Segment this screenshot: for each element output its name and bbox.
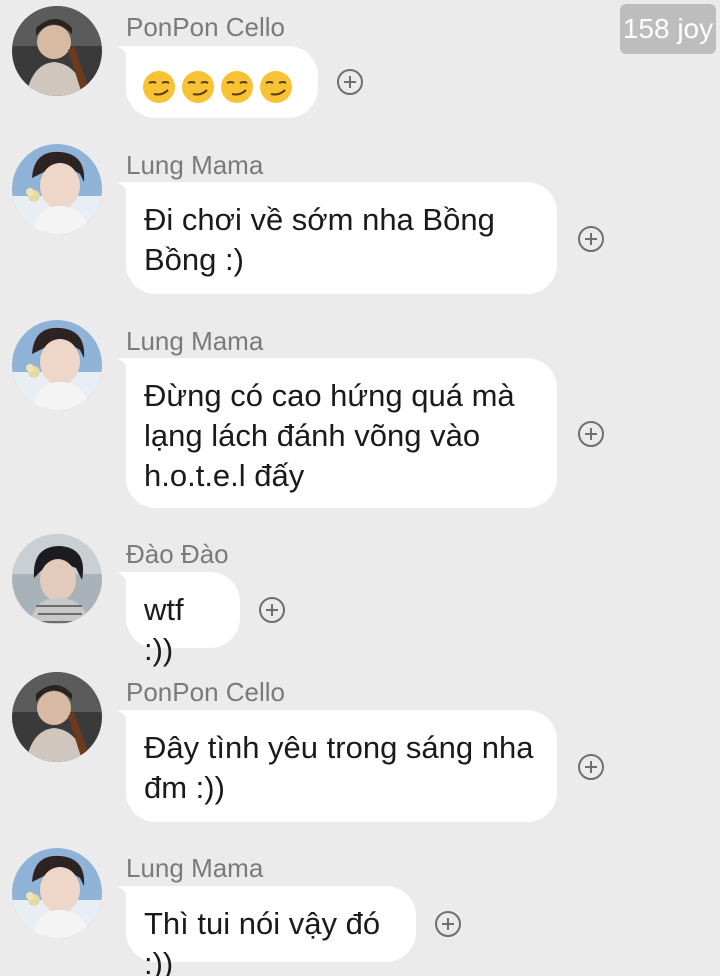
avatar-lung-image bbox=[12, 144, 102, 234]
bubble-tail bbox=[118, 46, 134, 60]
avatar-dao-image bbox=[12, 534, 102, 624]
avatar[interactable] bbox=[12, 320, 102, 410]
smirking-face-emoji bbox=[259, 70, 293, 104]
add-reaction-icon[interactable] bbox=[259, 597, 285, 623]
sender-name: PonPon Cello bbox=[126, 677, 285, 707]
avatar-ponpon-image bbox=[12, 6, 102, 96]
bubble-tail bbox=[118, 358, 134, 372]
message-text-line: Thì tui nói vậy đó :)) bbox=[144, 906, 381, 976]
message-bubble[interactable]: Thì tui nói vậy đó :)) bbox=[118, 886, 416, 976]
bubble-tail bbox=[118, 710, 134, 724]
message-text-line: Đây tình yêu trong sáng nha bbox=[144, 730, 534, 765]
avatar[interactable] bbox=[12, 672, 102, 762]
message-text-line: Bồng :) bbox=[144, 242, 244, 277]
avatar[interactable] bbox=[12, 6, 102, 96]
message-bubble[interactable]: Đây tình yêu trong sáng nha đm :)) bbox=[118, 710, 557, 822]
bubble-tail bbox=[118, 572, 134, 586]
avatar[interactable] bbox=[12, 144, 102, 234]
sender-name: Lung Mama bbox=[126, 853, 264, 883]
avatar-lung-image bbox=[12, 320, 102, 410]
chat-view: 158 joy PonPon Cello Lung Mama Đi chơi v… bbox=[0, 0, 720, 976]
avatar-lung-image bbox=[12, 848, 102, 938]
smirking-face-emoji bbox=[181, 70, 215, 104]
sender-name: Lung Mama bbox=[126, 150, 264, 180]
add-reaction-icon[interactable] bbox=[578, 226, 604, 252]
bubble-tail bbox=[118, 886, 134, 900]
message-bubble[interactable]: Đừng có cao hứng quá mà lạng lách đánh v… bbox=[118, 358, 557, 508]
sender-name: PonPon Cello bbox=[126, 12, 285, 42]
add-reaction-icon[interactable] bbox=[337, 69, 363, 95]
message-bubble[interactable]: wtf :)) bbox=[118, 572, 240, 667]
avatar[interactable] bbox=[12, 848, 102, 938]
message-text-line: wtf :)) bbox=[144, 592, 184, 667]
smirking-face-emoji bbox=[220, 70, 254, 104]
message-bubble[interactable]: Đi chơi về sớm nha Bồng Bồng :) bbox=[118, 182, 557, 294]
avatar-ponpon-image bbox=[12, 672, 102, 762]
message-bubble[interactable] bbox=[118, 46, 318, 118]
add-reaction-icon[interactable] bbox=[578, 754, 604, 780]
message-text-line: Đi chơi về sớm nha Bồng bbox=[144, 202, 495, 237]
sender-name: Lung Mama bbox=[126, 326, 264, 356]
sender-name: Đào Đào bbox=[126, 539, 229, 569]
avatar[interactable] bbox=[12, 534, 102, 624]
bubble-tail bbox=[118, 182, 134, 196]
message-text-line: h.o.t.e.l đấy bbox=[144, 458, 305, 493]
add-reaction-icon[interactable] bbox=[578, 421, 604, 447]
message-text-line: đm :)) bbox=[144, 770, 225, 805]
smirking-face-emoji bbox=[142, 70, 176, 104]
message-text-line: Đừng có cao hứng quá mà bbox=[144, 378, 515, 413]
message-text-line: lạng lách đánh võng vào bbox=[144, 418, 481, 453]
watermark-badge: 158 joy bbox=[620, 4, 716, 54]
add-reaction-icon[interactable] bbox=[435, 911, 461, 937]
